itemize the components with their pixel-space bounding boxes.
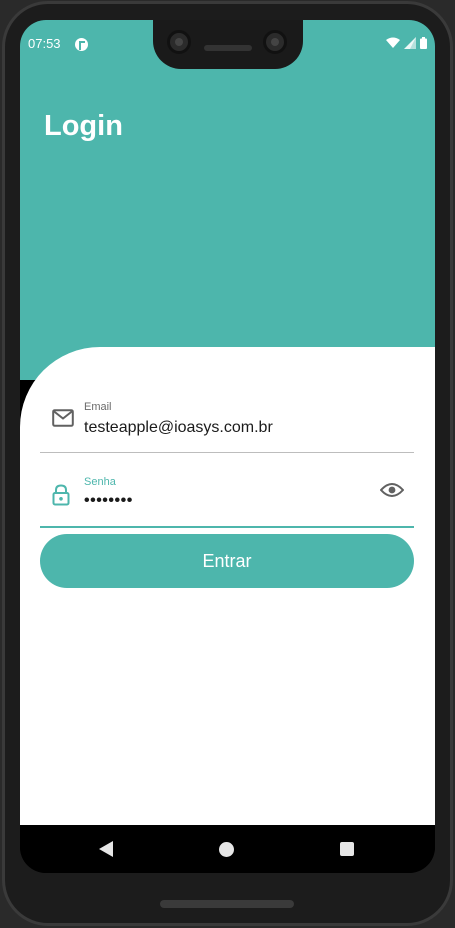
phone-screen: 07:53 Login Email testeapple@ioasys.com.… (20, 20, 435, 873)
front-sensor-icon (263, 30, 287, 54)
mail-icon (52, 409, 74, 427)
email-input[interactable]: testeapple@ioasys.com.br (84, 419, 273, 437)
earpiece-speaker (204, 45, 252, 51)
email-field[interactable]: Email testeapple@ioasys.com.br (40, 397, 414, 453)
email-label: Email (84, 401, 112, 413)
bottom-speaker-grille (160, 900, 294, 908)
header-background (20, 20, 435, 380)
status-icons (386, 37, 427, 49)
signal-icon (404, 37, 416, 49)
lock-icon (52, 484, 70, 506)
wifi-icon (386, 37, 400, 48)
password-field[interactable]: Senha •••••••• (40, 472, 414, 528)
navigation-bar (20, 825, 435, 873)
front-camera-icon (167, 30, 191, 54)
home-icon[interactable] (219, 842, 234, 857)
eye-icon[interactable] (380, 482, 404, 498)
recent-apps-icon[interactable] (340, 842, 354, 856)
password-label: Senha (84, 476, 116, 488)
camera-notch (153, 20, 303, 69)
back-icon[interactable] (99, 841, 113, 857)
app-notification-icon (75, 38, 88, 51)
battery-icon (420, 37, 427, 49)
status-time: 07:53 (28, 36, 61, 51)
page-title: Login (44, 110, 123, 142)
login-button[interactable]: Entrar (40, 534, 414, 588)
password-input[interactable]: •••••••• (84, 492, 133, 510)
